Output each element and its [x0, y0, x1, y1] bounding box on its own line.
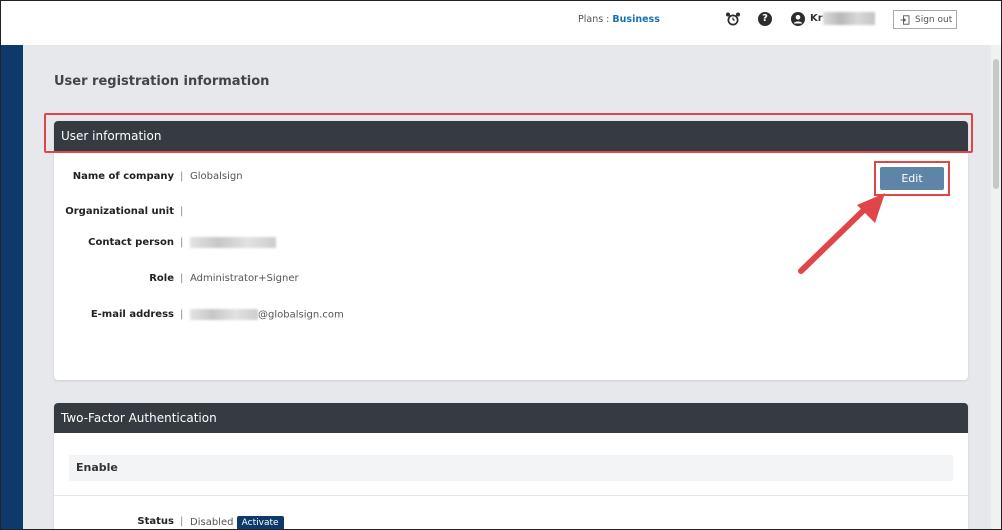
app-window: Plans : Business ? Kr Sign out User regi…: [0, 0, 1002, 530]
field-row-org-unit: Organizational unit |: [54, 206, 354, 220]
top-bar: Plans : Business ? Kr Sign out: [1, 1, 1001, 45]
edit-button[interactable]: Edit: [880, 167, 944, 190]
page-title: User registration information: [54, 74, 270, 89]
sign-out-label: Sign out: [915, 14, 953, 25]
field-row-contact: Contact person |: [54, 237, 354, 251]
email-domain: @globalsign.com: [258, 309, 344, 321]
field-row-company: Name of company | Globalsign: [54, 171, 354, 185]
alarm-clock-icon[interactable]: [725, 11, 741, 27]
two-factor-card: Two-Factor Authentication Enable: [54, 403, 968, 529]
field-separator: |: [180, 171, 184, 182]
field-value: [190, 237, 276, 249]
field-value: @globalsign.com: [190, 309, 344, 321]
field-separator: |: [180, 273, 184, 284]
field-row-status: Status | Disabled Activate: [54, 516, 354, 529]
user-name[interactable]: Kr: [810, 13, 823, 24]
field-label: Name of company: [72, 171, 174, 182]
status-value: Disabled: [190, 517, 234, 528]
field-label: E-mail address: [90, 309, 174, 320]
field-separator: |: [180, 516, 184, 527]
divider: [54, 495, 968, 496]
field-label: Role: [149, 273, 174, 284]
plans-label: Plans :: [578, 14, 610, 25]
field-row-role: Role | Administrator+Signer: [54, 273, 354, 287]
field-separator: |: [180, 206, 184, 217]
help-icon[interactable]: ?: [758, 12, 772, 26]
field-value: Globalsign: [190, 171, 243, 182]
field-label: Organizational unit: [65, 206, 174, 217]
field-separator: |: [180, 309, 184, 320]
field-row-email: E-mail address | @globalsign.com: [54, 309, 374, 323]
two-factor-header: Two-Factor Authentication: [54, 403, 968, 433]
sidebar-strip: [1, 45, 23, 529]
activate-button[interactable]: Activate: [236, 516, 284, 529]
user-name-redacted: [823, 12, 875, 25]
field-label: Contact person: [88, 237, 174, 248]
scrollbar-thumb[interactable]: [993, 59, 999, 189]
enable-section: Enable: [69, 455, 953, 481]
status-value-group: Disabled Activate: [190, 516, 284, 529]
email-redacted: [190, 309, 258, 320]
user-icon[interactable]: [791, 12, 805, 26]
sign-out-button[interactable]: Sign out: [893, 10, 957, 29]
plan-indicator: Plans : Business: [578, 14, 660, 25]
contact-redacted: [190, 237, 276, 248]
field-separator: |: [180, 237, 184, 248]
annotation-arrow: [798, 193, 885, 274]
plan-value[interactable]: Business: [612, 14, 659, 25]
header-highlight-box: [44, 113, 973, 153]
field-value: Administrator+Signer: [190, 273, 299, 284]
status-label: Status: [137, 516, 174, 527]
sign-out-icon: [900, 14, 910, 25]
